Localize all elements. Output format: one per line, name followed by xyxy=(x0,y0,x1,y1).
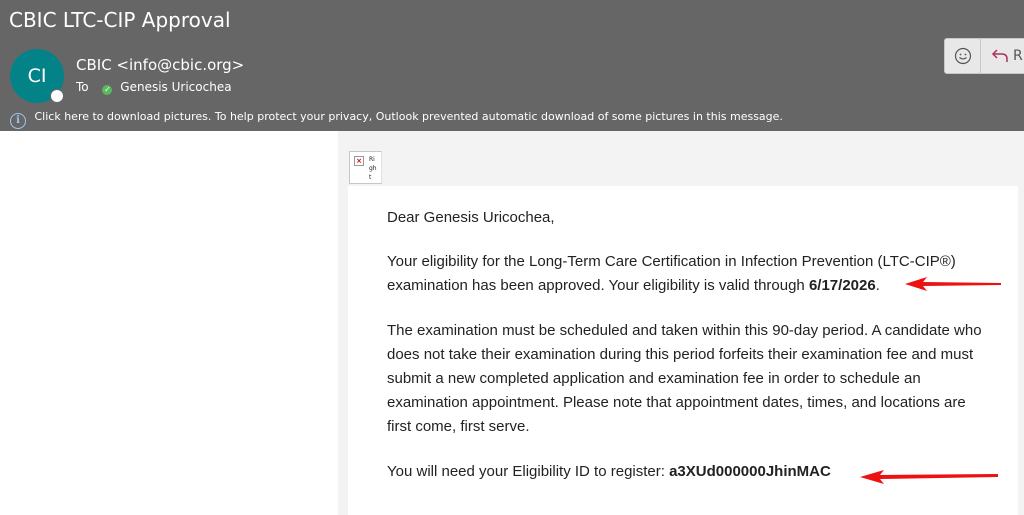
download-pictures-infobar[interactable]: i Click here to download pictures. To he… xyxy=(10,108,783,129)
image-alt-text: Right xyxy=(369,156,377,181)
reply-arrow-icon xyxy=(991,49,1008,62)
reply-button[interactable]: R xyxy=(981,39,1024,73)
recipient-line: To ✓ Genesis Uricochea xyxy=(76,78,232,96)
blocked-image-placeholder[interactable]: × Right xyxy=(349,151,382,184)
eligibility-end: . xyxy=(875,277,880,294)
eligibility-paragraph: Your eligibility for the Long-Term Care … xyxy=(387,250,987,298)
smiley-icon xyxy=(954,47,971,65)
eligibility-date: 6/17/2026 xyxy=(808,277,876,294)
annotation-arrow-date xyxy=(905,277,1001,291)
to-label: To xyxy=(76,80,89,94)
presence-status-icon xyxy=(50,89,64,103)
sender-address[interactable]: CBIC <info@cbic.org> xyxy=(76,55,244,75)
broken-image-icon: × xyxy=(354,156,364,166)
message-header: CBIC LTC-CIP Approval CI CBIC <info@cbic… xyxy=(0,0,1024,131)
left-blank-pane xyxy=(0,131,338,515)
email-greeting: Dear Genesis Uricochea, xyxy=(387,209,555,226)
scheduling-paragraph: The examination must be scheduled and ta… xyxy=(387,322,982,435)
eligibility-id: a3XUd000000JhinMAC xyxy=(669,463,831,480)
info-icon: i xyxy=(10,113,26,129)
recipient-name[interactable]: Genesis Uricochea xyxy=(120,80,231,94)
message-actions: R xyxy=(944,38,1024,74)
message-subject: CBIC LTC-CIP Approval xyxy=(9,8,231,32)
infobar-message[interactable]: Click here to download pictures. To help… xyxy=(35,110,783,123)
email-content: Dear Genesis Uricochea, Your eligibility… xyxy=(348,186,1018,515)
eligibility-id-text: You will need your Eligibility ID to reg… xyxy=(387,463,670,480)
verified-check-icon: ✓ xyxy=(102,85,113,95)
reply-label: R xyxy=(1013,48,1023,64)
react-emoji-button[interactable] xyxy=(945,39,981,73)
annotation-arrow-id xyxy=(860,470,998,484)
